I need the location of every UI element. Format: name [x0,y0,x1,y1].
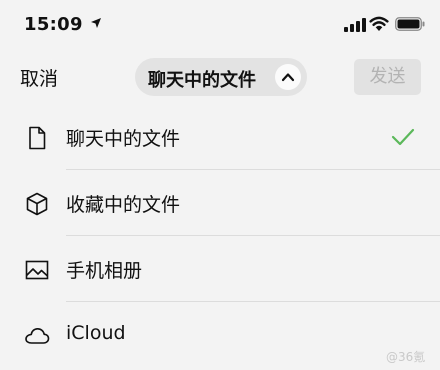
location-arrow-icon [91,18,101,28]
cancel-button[interactable]: 取消 [20,64,58,91]
list-item-label: iCloud [66,322,126,344]
chevron-bubble [275,64,301,90]
checkmark-icon [391,128,415,146]
send-button[interactable]: 发送 [354,59,421,95]
battery-icon [395,17,425,31]
chevron-up-icon [281,73,295,82]
list-item-chat-files[interactable]: 聊天中的文件 [0,104,440,170]
list-item-label: 手机相册 [66,260,143,282]
watermark-text: @36氪 [386,350,426,364]
list-item-favorite-files[interactable]: 收藏中的文件 [0,170,440,236]
title-label: 聊天中的文件 [148,70,256,91]
cube-icon [26,192,48,216]
file-picker-screen: 15:09 取消 聊天中的文件 发送 聊天中的文件 收藏中的文件 手机相册 iC… [0,0,440,370]
list-item-label: 聊天中的文件 [66,128,181,150]
file-source-list: 聊天中的文件 收藏中的文件 手机相册 iCloud [0,104,440,368]
list-item-icloud[interactable]: iCloud [0,302,440,368]
cloud-icon [25,328,50,344]
status-bar: 15:09 [0,0,440,50]
document-icon [29,126,46,150]
nav-bar: 取消 聊天中的文件 发送 [0,50,440,104]
wifi-icon [369,16,389,31]
photo-icon [25,260,49,280]
status-time: 15:09 [24,14,83,35]
source-switcher-dropdown[interactable]: 聊天中的文件 [135,58,307,96]
list-item-photo-album[interactable]: 手机相册 [0,236,440,302]
list-item-label: 收藏中的文件 [66,194,181,216]
signal-bars-icon [344,18,366,32]
